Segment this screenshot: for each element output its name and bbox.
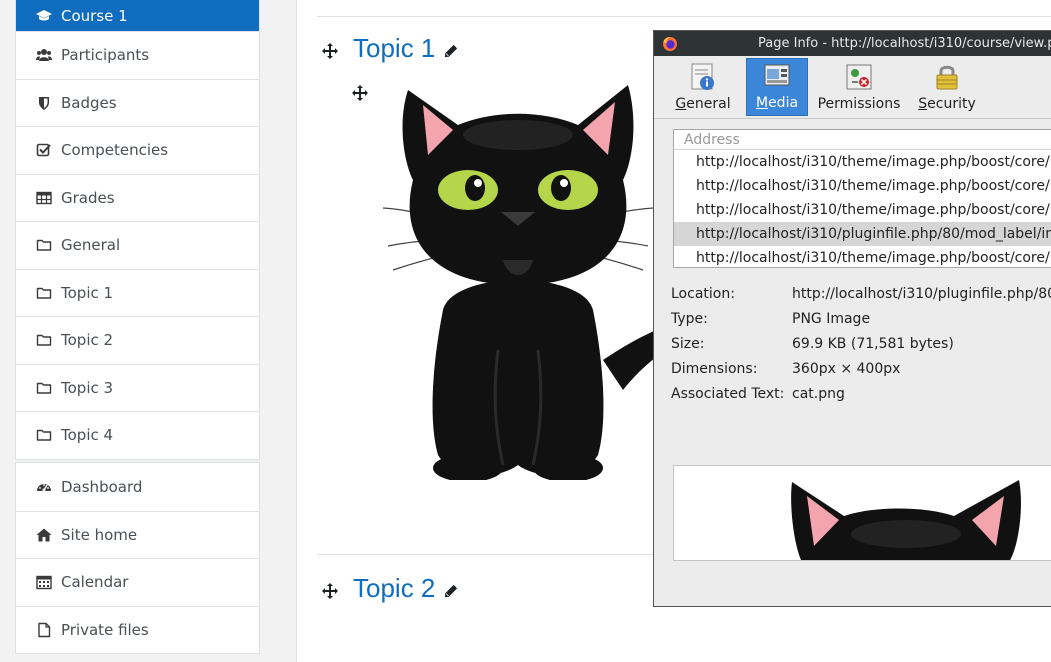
course-navigation-drawer: Course 1 Participants Badges Competencie… bbox=[0, 0, 280, 662]
tachometer-icon bbox=[36, 479, 52, 495]
folder-icon bbox=[36, 332, 52, 348]
tab-permissions[interactable]: Permissions bbox=[814, 58, 904, 116]
nav-item-label: Topic 2 bbox=[61, 331, 114, 350]
file-icon bbox=[36, 622, 52, 638]
info-page-icon bbox=[688, 62, 718, 92]
nav-item-label: Dashboard bbox=[61, 477, 143, 496]
location-row: Location: http://localhost/i310/pluginfi… bbox=[671, 281, 1051, 306]
type-label: Type: bbox=[671, 310, 708, 327]
nav-item-label: Topic 4 bbox=[61, 426, 114, 445]
course-nav-group: Course 1 Participants Badges Competencie… bbox=[15, 0, 260, 460]
home-icon bbox=[36, 527, 52, 543]
nav-item-label: Competencies bbox=[61, 141, 169, 160]
associated-text-label: Associated Text: bbox=[671, 385, 785, 402]
dimensions-value: 360px × 400px bbox=[792, 360, 901, 377]
tab-general[interactable]: General bbox=[666, 58, 740, 116]
nav-item-dashboard[interactable]: Dashboard bbox=[16, 463, 259, 511]
padlock-icon bbox=[932, 62, 962, 92]
location-value: http://localhost/i310/pluginfile.php/80/… bbox=[792, 285, 1051, 302]
nav-item-general[interactable]: General bbox=[16, 221, 259, 269]
nav-item-label: Private files bbox=[61, 620, 149, 639]
folder-icon bbox=[36, 380, 52, 396]
move-icon[interactable] bbox=[322, 43, 338, 59]
tab-general-label: General bbox=[675, 96, 731, 112]
calendar-icon bbox=[36, 574, 52, 590]
nav-item-topic-1[interactable]: Topic 1 bbox=[16, 268, 259, 317]
media-properties: Location: http://localhost/i310/pluginfi… bbox=[671, 281, 1051, 406]
nav-item-label: Calendar bbox=[61, 573, 129, 592]
shield-icon bbox=[36, 95, 52, 111]
size-label: Size: bbox=[671, 335, 705, 352]
tab-media-label: Media bbox=[755, 95, 799, 111]
section-divider bbox=[317, 16, 1051, 17]
cat-image bbox=[383, 80, 683, 480]
nav-item-badges[interactable]: Badges bbox=[16, 78, 259, 127]
graduation-cap-icon bbox=[36, 8, 52, 24]
nav-item-topic-3[interactable]: Topic 3 bbox=[16, 363, 259, 412]
move-icon[interactable] bbox=[322, 583, 338, 599]
nav-item-label: Site home bbox=[61, 525, 138, 544]
table-icon bbox=[36, 190, 52, 206]
nav-item-label: Participants bbox=[61, 46, 150, 65]
nav-item-site-home[interactable]: Site home bbox=[16, 510, 259, 559]
nav-item-course-1[interactable]: Course 1 bbox=[16, 0, 259, 31]
media-preview bbox=[673, 465, 1051, 561]
folder-icon bbox=[36, 237, 52, 253]
size-value: 69.9 KB (71,581 bytes) bbox=[792, 335, 954, 352]
move-icon[interactable] bbox=[352, 85, 368, 101]
nav-item-label: Topic 1 bbox=[61, 283, 114, 302]
nav-item-topic-4[interactable]: Topic 4 bbox=[16, 411, 259, 459]
firefox-icon bbox=[662, 36, 678, 52]
address-row[interactable]: http://localhost/i310/theme/image.php/bo… bbox=[674, 174, 1051, 198]
nav-item-label: General bbox=[61, 236, 121, 255]
tab-security-label: Security bbox=[918, 96, 976, 112]
dimensions-row: Dimensions: 360px × 400px bbox=[671, 356, 1051, 381]
nav-item-grades[interactable]: Grades bbox=[16, 173, 259, 222]
nav-item-topic-2[interactable]: Topic 2 bbox=[16, 316, 259, 364]
dialog-title: Page Info - http://localhost/i310/course… bbox=[758, 36, 1051, 51]
edit-pencil-icon[interactable] bbox=[444, 44, 458, 58]
tab-media[interactable]: Media bbox=[746, 58, 808, 116]
type-value: PNG Image bbox=[792, 310, 871, 327]
users-icon bbox=[36, 47, 52, 63]
dimensions-label: Dimensions: bbox=[671, 360, 758, 377]
permissions-icon bbox=[844, 62, 874, 92]
check-square-icon bbox=[36, 142, 52, 158]
nav-item-label: Grades bbox=[61, 188, 115, 207]
address-row-selected[interactable]: http://localhost/i310/pluginfile.php/80/… bbox=[674, 222, 1051, 246]
nav-item-calendar[interactable]: Calendar bbox=[16, 558, 259, 606]
address-row[interactable]: http://localhost/i310/theme/image.php/bo… bbox=[674, 150, 1051, 174]
nav-item-label: Badges bbox=[61, 93, 117, 112]
address-column-header[interactable]: Address bbox=[674, 130, 1051, 150]
topic-2-title[interactable]: Topic 2 bbox=[353, 573, 435, 604]
associated-text-row: Associated Text: cat.png bbox=[671, 381, 1051, 406]
address-row[interactable]: http://localhost/i310/theme/image.php/bo… bbox=[674, 246, 1051, 267]
folder-icon bbox=[36, 285, 52, 301]
nav-item-private-files[interactable]: Private files bbox=[16, 605, 259, 654]
nav-item-label: Topic 3 bbox=[61, 378, 114, 397]
folder-icon bbox=[36, 427, 52, 443]
nav-item-competencies[interactable]: Competencies bbox=[16, 126, 259, 174]
size-row: Size: 69.9 KB (71,581 bytes) bbox=[671, 331, 1051, 356]
dialog-tabbar: General Media Permissions Security bbox=[654, 56, 1051, 119]
media-address-list[interactable]: Address http://localhost/i310/theme/imag… bbox=[673, 129, 1051, 268]
media-icon bbox=[762, 61, 792, 91]
nav-item-participants[interactable]: Participants bbox=[16, 31, 259, 79]
edit-pencil-icon[interactable] bbox=[444, 584, 458, 598]
associated-text-value: cat.png bbox=[792, 385, 845, 402]
site-nav-group: Dashboard Site home Calendar Private fil… bbox=[15, 462, 260, 654]
address-row[interactable]: http://localhost/i310/theme/image.php/bo… bbox=[674, 198, 1051, 222]
topic-1-title[interactable]: Topic 1 bbox=[353, 33, 435, 64]
page-info-dialog: Page Info - http://localhost/i310/course… bbox=[653, 30, 1051, 607]
tab-security[interactable]: Security bbox=[910, 58, 984, 116]
type-row: Type: PNG Image bbox=[671, 306, 1051, 331]
location-label: Location: bbox=[671, 285, 735, 302]
tab-permissions-label: Permissions bbox=[817, 96, 901, 112]
nav-item-label: Course 1 bbox=[61, 7, 128, 25]
dialog-titlebar[interactable]: Page Info - http://localhost/i310/course… bbox=[654, 31, 1051, 56]
